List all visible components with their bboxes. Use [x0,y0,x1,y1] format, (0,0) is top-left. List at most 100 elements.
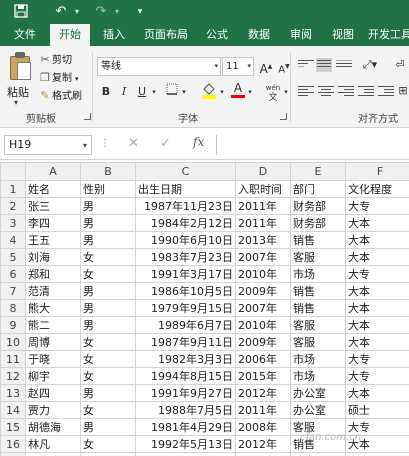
cell-a1[interactable]: 姓名 [25,180,81,198]
cell-d2[interactable]: 2011年 [235,197,291,215]
wrap-text-icon[interactable]: ⏎ [392,56,408,74]
cell-e10[interactable]: 客服 [290,333,346,351]
cell-b9[interactable]: 男 [80,316,136,334]
cell-b11[interactable]: 女 [80,350,136,368]
fill-color-button[interactable] [200,81,218,99]
row-header[interactable]: 4 [0,231,26,249]
grow-font-button[interactable]: A▲ [258,58,274,76]
cell-b3[interactable]: 男 [80,214,136,232]
cell-b1[interactable]: 性别 [80,180,136,198]
cell-e9[interactable]: 客服 [290,316,346,334]
cell-f13[interactable]: 大本 [345,384,409,402]
font-color-button[interactable]: A [230,81,246,99]
cell-a3[interactable]: 李四 [25,214,81,232]
customize-icon[interactable]: ▾ [133,4,147,20]
cell-b8[interactable]: 男 [80,299,136,317]
clipboard-launcher-icon[interactable] [84,113,91,120]
cell-d15[interactable]: 2008年 [235,418,291,436]
underline-button[interactable]: U [134,83,150,101]
cell-d3[interactable]: 2011年 [235,214,291,232]
cell-d10[interactable]: 2009年 [235,333,291,351]
cell-b5[interactable]: 女 [80,248,136,266]
cell-b6[interactable]: 女 [80,265,136,283]
font-name-dropdown[interactable]: 等线 ▾ [97,57,221,76]
cell-e7[interactable]: 销售 [290,282,346,300]
row-header[interactable]: 9 [0,316,26,334]
cell-c17[interactable]: 1990年10月17日 [135,452,236,456]
cell-c6[interactable]: 1991年3月17日 [135,265,236,283]
row-header[interactable]: 10 [0,333,26,351]
row-header[interactable]: 7 [0,282,26,300]
top-align-icon[interactable] [298,60,314,74]
cancel-icon[interactable]: ✕ [128,136,139,151]
cell-c10[interactable]: 1987年9月11日 [135,333,236,351]
row-header[interactable]: 2 [0,197,26,215]
align-center-icon[interactable] [318,86,334,100]
cell-d17[interactable]: 2013年 [235,452,291,456]
cell-c7[interactable]: 1986年10月5日 [135,282,236,300]
cell-f1[interactable]: 文化程度 [345,180,409,198]
cell-a14[interactable]: 贾力 [25,401,81,419]
undo-icon[interactable]: ↶ [52,4,70,20]
cell-a7[interactable]: 范清 [25,282,81,300]
cell-f2[interactable]: 大专 [345,197,409,215]
cell-a13[interactable]: 赵四 [25,384,81,402]
column-header-d[interactable]: D [235,162,291,181]
cell-f12[interactable]: 大专 [345,367,409,385]
merge-center-icon[interactable]: ⊞ [396,82,409,100]
column-header-f[interactable]: F [345,162,409,181]
cell-f10[interactable]: 大本 [345,333,409,351]
cell-c11[interactable]: 1982年3月3日 [135,350,236,368]
font-launcher-icon[interactable] [280,113,287,120]
cell-c12[interactable]: 1994年8月15日 [135,367,236,385]
cell-b17[interactable]: 男 [80,452,136,456]
row-header[interactable]: 8 [0,299,26,317]
cell-e11[interactable]: 市场 [290,350,346,368]
cell-a16[interactable]: 林凡 [25,435,81,453]
row-header[interactable]: 17 [0,452,26,456]
undo-dropdown-icon[interactable]: ▾ [72,4,82,20]
save-icon[interactable] [12,4,30,20]
cell-b4[interactable]: 男 [80,231,136,249]
cell-c13[interactable]: 1991年9月27日 [135,384,236,402]
enter-icon[interactable]: ✓ [160,136,171,151]
align-left-icon[interactable] [298,86,314,100]
cell-f9[interactable]: 大本 [345,316,409,334]
cell-a15[interactable]: 胡德海 [25,418,81,436]
cell-f7[interactable]: 大本 [345,282,409,300]
column-header-a[interactable]: A [25,162,81,181]
fill-color-dropdown-icon[interactable]: ▾ [218,83,226,101]
cell-e3[interactable]: 财务部 [290,214,346,232]
increase-indent-icon[interactable] [378,86,394,100]
cell-b13[interactable]: 男 [80,384,136,402]
cell-e17[interactable]: 销售 [290,452,346,456]
cell-b12[interactable]: 女 [80,367,136,385]
row-header[interactable]: 5 [0,248,26,266]
font-size-dropdown[interactable]: 11 ▾ [222,57,254,76]
cell-d13[interactable]: 2012年 [235,384,291,402]
cell-d14[interactable]: 2011年 [235,401,291,419]
cell-f4[interactable]: 大本 [345,231,409,249]
underline-dropdown-icon[interactable]: ▾ [150,83,158,101]
select-all-corner[interactable] [0,162,26,181]
cell-c15[interactable]: 1981年4月29日 [135,418,236,436]
tab-insert[interactable]: 插入 [98,24,130,46]
cell-e6[interactable]: 市场 [290,265,346,283]
cell-c2[interactable]: 1987年11月23日 [135,197,236,215]
redo-icon[interactable]: ↷ [92,4,110,20]
cell-d16[interactable]: 2012年 [235,435,291,453]
cell-c3[interactable]: 1984年2月12日 [135,214,236,232]
cell-c9[interactable]: 1989年6月7日 [135,316,236,334]
cell-d6[interactable]: 2010年 [235,265,291,283]
borders-dropdown-icon[interactable]: ▾ [180,83,188,101]
tab-formulas[interactable]: 公式 [202,24,232,46]
cell-e4[interactable]: 销售 [290,231,346,249]
cell-c4[interactable]: 1990年6月10日 [135,231,236,249]
cell-a12[interactable]: 柳宇 [25,367,81,385]
cell-c5[interactable]: 1983年7月23日 [135,248,236,266]
cell-d12[interactable]: 2015年 [235,367,291,385]
cell-b16[interactable]: 女 [80,435,136,453]
insert-function-button[interactable]: fx [193,135,204,149]
cell-a2[interactable]: 张三 [25,197,81,215]
bold-button[interactable]: B [98,83,114,101]
